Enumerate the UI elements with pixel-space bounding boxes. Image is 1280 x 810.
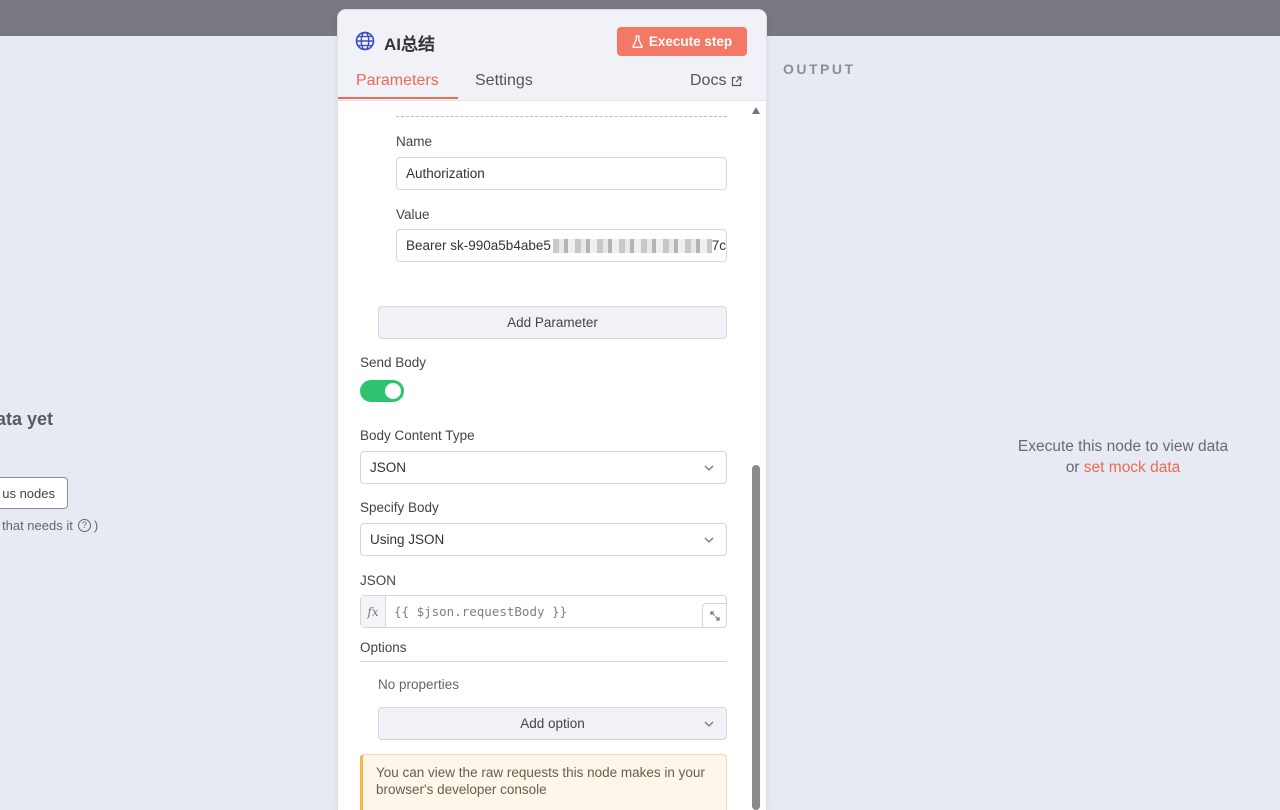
header-name-value: Authorization bbox=[406, 166, 485, 181]
node-parameters-panel: AI总结 Execute step Parameters Settings Do… bbox=[338, 10, 766, 810]
output-message-line1: Execute this node to view data bbox=[1017, 438, 1229, 455]
body-content-type-label: Body Content Type bbox=[360, 428, 475, 443]
options-label: Options bbox=[360, 640, 407, 655]
tab-settings[interactable]: Settings bbox=[475, 72, 533, 90]
execute-previous-nodes-button[interactable]: us nodes bbox=[0, 477, 68, 509]
scrollbar-thumb[interactable] bbox=[752, 465, 760, 810]
add-parameter-button[interactable]: Add Parameter bbox=[378, 306, 727, 339]
no-properties-text: No properties bbox=[378, 677, 460, 692]
docs-link[interactable]: Docs bbox=[690, 72, 743, 90]
header-value-input[interactable]: Bearer sk-990a5b4abe5 7c bbox=[396, 229, 727, 262]
header-value-prefix: Bearer sk-990a5b4abe5 bbox=[406, 238, 551, 253]
output-message-or: or bbox=[1065, 459, 1080, 476]
header-name-label: Name bbox=[396, 134, 433, 149]
send-body-toggle[interactable] bbox=[360, 380, 404, 402]
flask-icon bbox=[632, 35, 643, 48]
chevron-down-icon bbox=[704, 721, 714, 727]
active-tab-indicator bbox=[338, 97, 458, 99]
scroll-up-arrow[interactable] bbox=[752, 107, 760, 114]
chevron-down-icon bbox=[704, 537, 714, 543]
json-label: JSON bbox=[360, 573, 397, 588]
add-option-label: Add option bbox=[520, 716, 585, 731]
expand-icon[interactable] bbox=[702, 603, 726, 627]
specify-body-label: Specify Body bbox=[360, 500, 439, 515]
header-name-input[interactable]: Authorization bbox=[396, 157, 727, 190]
options-divider bbox=[360, 661, 727, 662]
docs-label: Docs bbox=[690, 72, 727, 89]
header-value-suffix: 7c bbox=[711, 238, 726, 253]
json-expression-field[interactable]: fx {{ $json.requestBody }} bbox=[360, 595, 727, 628]
tab-parameters[interactable]: Parameters bbox=[356, 72, 439, 90]
panel-header: AI总结 Execute step Parameters Settings Do… bbox=[338, 10, 766, 101]
parameters-content: Name Authorization Value Bearer sk-990a5… bbox=[338, 101, 766, 810]
output-message-line2: or set mock data bbox=[1000, 457, 1246, 478]
redacted-token bbox=[552, 238, 712, 253]
execute-step-label: Execute step bbox=[648, 34, 733, 49]
specify-body-value: Using JSON bbox=[370, 532, 445, 547]
globe-icon bbox=[355, 31, 375, 51]
input-empty-hint-suffix: ) bbox=[93, 518, 99, 533]
output-empty-message: Execute this node to view data or set mo… bbox=[1000, 436, 1246, 478]
developer-console-notice: You can view the raw requests this node … bbox=[360, 754, 727, 810]
scrollbar[interactable] bbox=[751, 107, 761, 810]
node-title[interactable]: AI总结 bbox=[384, 30, 435, 55]
fx-icon: fx bbox=[361, 596, 386, 627]
set-mock-data-link[interactable]: set mock data bbox=[1084, 459, 1181, 476]
divider bbox=[396, 116, 727, 117]
input-empty-title: ata yet bbox=[0, 409, 54, 429]
external-link-icon bbox=[732, 75, 743, 86]
add-option-button[interactable]: Add option bbox=[378, 707, 727, 740]
toggle-knob bbox=[385, 383, 401, 399]
specify-body-select[interactable]: Using JSON bbox=[360, 523, 727, 556]
send-body-label: Send Body bbox=[360, 355, 427, 370]
question-circle-icon[interactable]: ? bbox=[77, 519, 91, 532]
execute-step-button[interactable]: Execute step bbox=[617, 27, 747, 56]
input-empty-hint-text: that needs it bbox=[2, 518, 73, 533]
input-empty-hint: that needs it ? ) bbox=[2, 518, 98, 533]
body-content-type-value: JSON bbox=[370, 460, 407, 475]
body-content-type-select[interactable]: JSON bbox=[360, 451, 727, 484]
json-expression-text[interactable]: {{ $json.requestBody }} bbox=[386, 596, 702, 627]
chevron-down-icon bbox=[704, 465, 714, 471]
output-panel-label: OUTPUT bbox=[783, 61, 856, 77]
header-value-label: Value bbox=[396, 207, 430, 222]
